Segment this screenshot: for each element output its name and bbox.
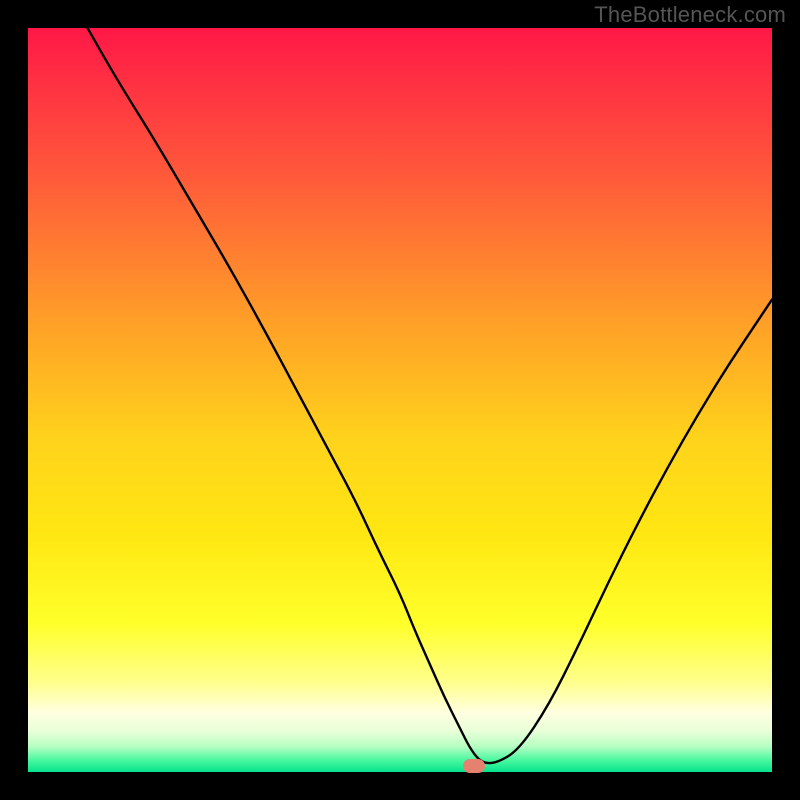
watermark-text: TheBottleneck.com bbox=[594, 2, 786, 28]
optimal-point-marker bbox=[463, 759, 485, 773]
gradient-background bbox=[28, 28, 772, 772]
plot-svg bbox=[28, 28, 772, 772]
chart-container: TheBottleneck.com bbox=[0, 0, 800, 800]
plot-area bbox=[28, 28, 772, 772]
